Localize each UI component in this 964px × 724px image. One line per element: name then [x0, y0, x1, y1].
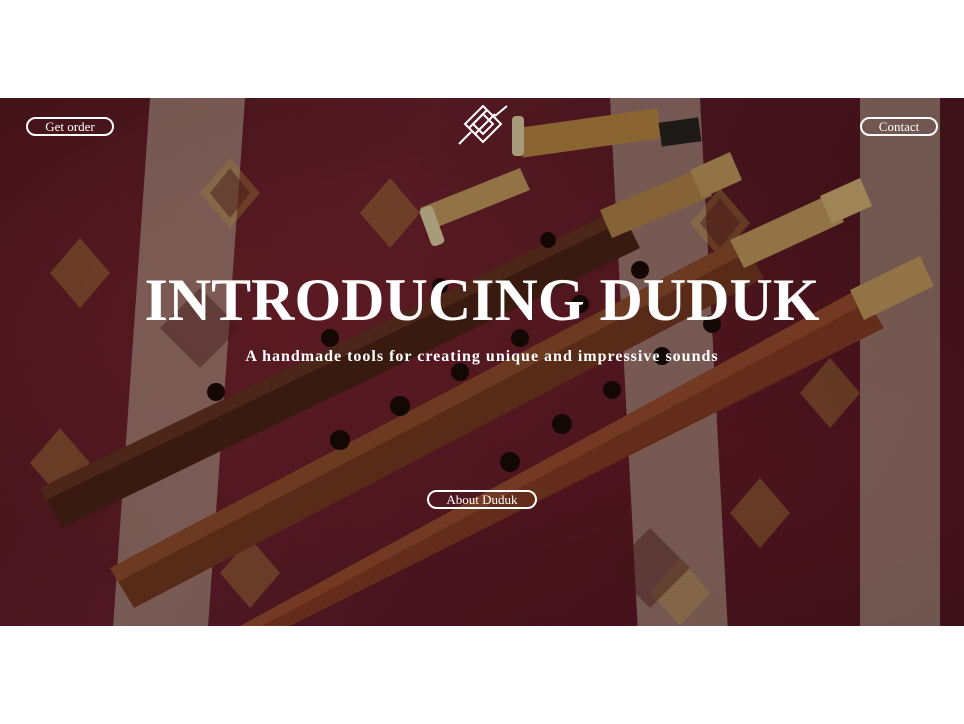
about-duduk-button[interactable]: About Duduk [427, 490, 537, 509]
contact-button[interactable]: Contact [860, 117, 938, 136]
hero-title: INTRODUCING DUDUK [144, 267, 820, 333]
hero-section: Get order Contact INTRODUCING DUDUK A ha… [0, 98, 964, 626]
page: Get order Contact INTRODUCING DUDUK A ha… [0, 0, 964, 724]
duduk-logo-icon[interactable] [455, 102, 511, 148]
get-order-button[interactable]: Get order [26, 117, 114, 136]
hero-subtitle: A handmade tools for creating unique and… [245, 348, 719, 365]
